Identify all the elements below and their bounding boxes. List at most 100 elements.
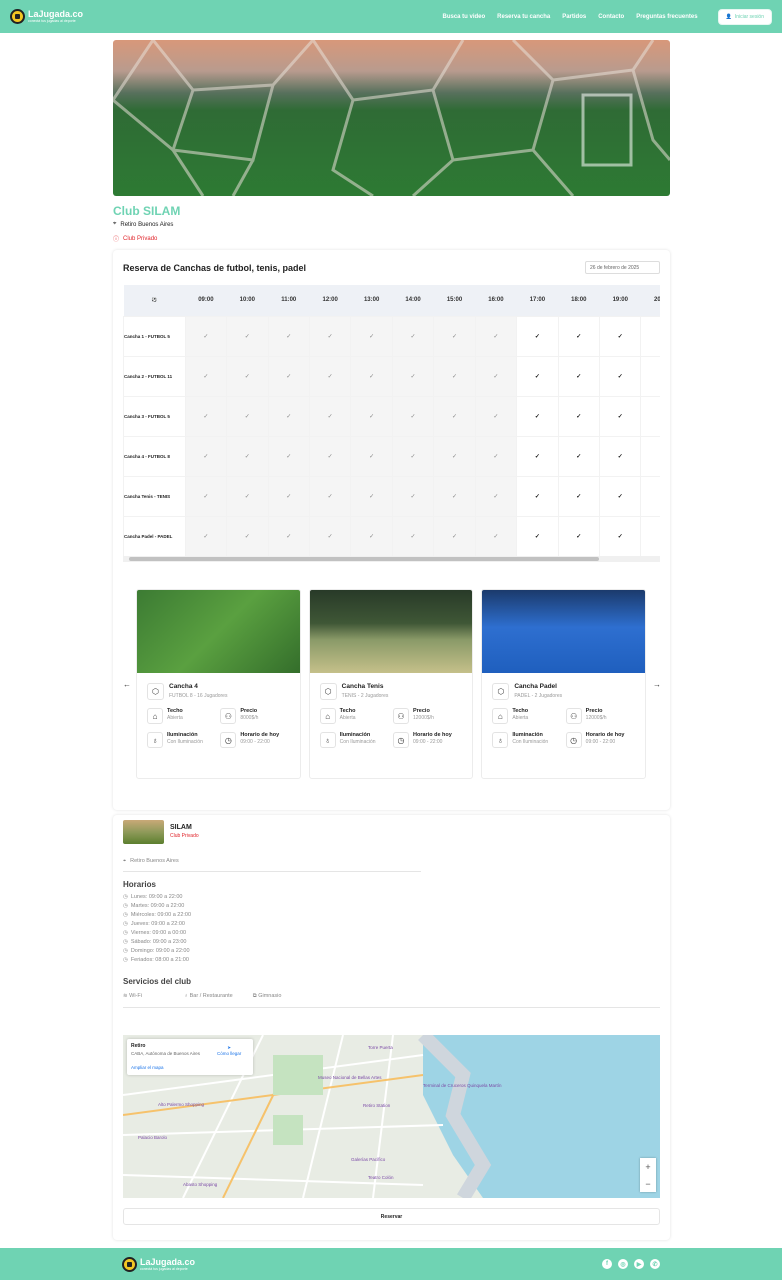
slot-cell[interactable]: ✓: [599, 315, 642, 357]
youtube-icon[interactable]: ▶: [634, 1259, 644, 1269]
whatsapp-icon[interactable]: ✆: [650, 1259, 660, 1269]
slot-cell[interactable]: ✓: [433, 515, 476, 557]
slot-cell[interactable]: ✓: [474, 475, 518, 517]
slot-cell[interactable]: ✓: [557, 475, 601, 517]
slot-cell[interactable]: ✓: [350, 355, 393, 397]
slot-cell[interactable]: ✓: [391, 315, 435, 357]
nav-busca-video[interactable]: Busca tu video: [442, 14, 485, 20]
location-map[interactable]: Retiro CABA, Autónoma de Buenos Aires ➤ …: [123, 1035, 660, 1198]
slot-cell[interactable]: ✓: [184, 435, 228, 477]
slot-cell[interactable]: ✓: [599, 475, 642, 517]
slot-cell[interactable]: ✓: [640, 315, 660, 357]
slot-cell[interactable]: ✓: [267, 435, 310, 477]
slot-cell[interactable]: ✓: [391, 395, 435, 437]
nav-contacto[interactable]: Contacto: [598, 14, 624, 20]
nav-reserva-cancha[interactable]: Reserva tu cancha: [497, 14, 550, 20]
slot-cell[interactable]: ✓: [391, 355, 435, 397]
zoom-in-button[interactable]: +: [645, 1162, 650, 1172]
slot-cell[interactable]: ✓: [516, 515, 559, 557]
footer-logo[interactable]: LaJugada.co conectá tus jugadas al depor…: [122, 1256, 195, 1272]
court-card[interactable]: ⬡ Cancha 4 FUTBOL 8 - 16 Jugadores ⌂ Tech…: [136, 589, 301, 779]
slot-cell[interactable]: ✓: [640, 355, 660, 397]
reserve-button[interactable]: Reservar: [123, 1208, 660, 1225]
slot-cell[interactable]: ✓: [308, 435, 352, 477]
map-label[interactable]: Alto Palermo Shopping: [158, 1102, 204, 1107]
map-label[interactable]: Terminal de Cruceros Quinquela Martín: [423, 1083, 502, 1088]
slot-cell[interactable]: ✓: [474, 355, 518, 397]
slot-cell[interactable]: ✓: [433, 435, 476, 477]
slot-cell[interactable]: ✓: [474, 395, 518, 437]
brand-logo[interactable]: LaJugada.co conectá tus jugadas al depor…: [10, 9, 83, 24]
slot-cell[interactable]: ✓: [350, 315, 393, 357]
slot-cell[interactable]: ✓: [433, 315, 476, 357]
slot-cell[interactable]: ✓: [599, 435, 642, 477]
enlarge-map-link[interactable]: Ampliar el mapa: [131, 1065, 249, 1070]
slot-cell[interactable]: ✓: [599, 515, 642, 557]
slot-cell[interactable]: ✓: [308, 515, 352, 557]
slot-cell[interactable]: ✓: [474, 315, 518, 357]
court-card[interactable]: ⬡ Cancha Padel PADEL - 2 Jugadores ⌂ Tech…: [481, 589, 647, 779]
slot-cell[interactable]: ✓: [350, 475, 393, 517]
slot-cell[interactable]: ✓: [267, 475, 310, 517]
slot-cell[interactable]: ✓: [184, 515, 228, 557]
slot-cell[interactable]: ✓: [474, 515, 518, 557]
slot-cell[interactable]: ✓: [557, 435, 601, 477]
slot-cell[interactable]: ✓: [557, 355, 601, 397]
slot-cell[interactable]: ✓: [433, 475, 476, 517]
zoom-out-button[interactable]: −: [645, 1179, 650, 1189]
login-button[interactable]: 👤 Iniciar sesión: [717, 8, 772, 25]
slot-cell[interactable]: ✓: [640, 435, 660, 477]
nav-partidos[interactable]: Partidos: [562, 14, 586, 20]
slot-cell[interactable]: ✓: [267, 395, 310, 437]
slot-cell[interactable]: ✓: [267, 355, 310, 397]
slot-cell[interactable]: ✓: [350, 515, 393, 557]
slot-cell[interactable]: ✓: [226, 475, 269, 517]
slot-cell[interactable]: ✓: [557, 315, 601, 357]
slot-cell[interactable]: ✓: [226, 355, 269, 397]
slot-cell[interactable]: ✓: [557, 515, 601, 557]
slot-cell[interactable]: ✓: [516, 395, 559, 437]
slot-cell[interactable]: ✓: [433, 355, 476, 397]
slot-cell[interactable]: ✓: [640, 475, 660, 517]
directions-link[interactable]: ➤ Cómo llegar: [217, 1045, 241, 1056]
facebook-icon[interactable]: f: [602, 1259, 612, 1269]
slot-cell[interactable]: ✓: [267, 515, 310, 557]
slot-cell[interactable]: ✓: [474, 435, 518, 477]
instagram-icon[interactable]: ◎: [618, 1259, 628, 1269]
slot-cell[interactable]: ✓: [308, 395, 352, 437]
grid-scrollbar-thumb[interactable]: [129, 557, 599, 561]
slot-cell[interactable]: ✓: [516, 475, 559, 517]
slot-cell[interactable]: ✓: [640, 395, 660, 437]
map-label[interactable]: Abasto Shopping: [183, 1182, 217, 1187]
map-label[interactable]: Galerías Pacífico: [351, 1157, 385, 1162]
slot-cell[interactable]: ✓: [350, 435, 393, 477]
slot-cell[interactable]: ✓: [516, 315, 559, 357]
carousel-prev-button[interactable]: ←: [123, 680, 131, 689]
date-picker[interactable]: 26 de febrero de 2025: [585, 261, 660, 274]
slot-cell[interactable]: ✓: [640, 515, 660, 557]
slot-cell[interactable]: ✓: [184, 475, 228, 517]
slot-cell[interactable]: ✓: [184, 395, 228, 437]
slot-cell[interactable]: ✓: [350, 395, 393, 437]
slot-cell[interactable]: ✓: [184, 355, 228, 397]
slot-cell[interactable]: ✓: [557, 395, 601, 437]
slot-cell[interactable]: ✓: [184, 315, 228, 357]
map-label[interactable]: Torre Puerta: [368, 1045, 393, 1050]
slot-cell[interactable]: ✓: [391, 515, 435, 557]
map-label[interactable]: Palacio Barolo: [138, 1135, 167, 1140]
grid-scrollbar[interactable]: [123, 556, 660, 562]
slot-cell[interactable]: ✓: [308, 315, 352, 357]
slot-cell[interactable]: ✓: [391, 435, 435, 477]
court-card[interactable]: ⬡ Cancha Tenis TENIS - 2 Jugadores ⌂ Tech…: [308, 589, 474, 779]
slot-cell[interactable]: ✓: [226, 395, 269, 437]
slot-cell[interactable]: ✓: [308, 355, 352, 397]
slot-cell[interactable]: ✓: [308, 475, 352, 517]
nav-preguntas[interactable]: Preguntas frecuentes: [636, 14, 697, 20]
slot-cell[interactable]: ✓: [599, 395, 642, 437]
map-label[interactable]: Teatro Colón: [368, 1175, 394, 1180]
carousel-next-button[interactable]: →: [653, 680, 661, 689]
map-label[interactable]: Museo Nacional de Bellas Artes: [318, 1075, 382, 1080]
slot-cell[interactable]: ✓: [516, 435, 559, 477]
slot-cell[interactable]: ✓: [267, 315, 310, 357]
slot-cell[interactable]: ✓: [226, 515, 269, 557]
